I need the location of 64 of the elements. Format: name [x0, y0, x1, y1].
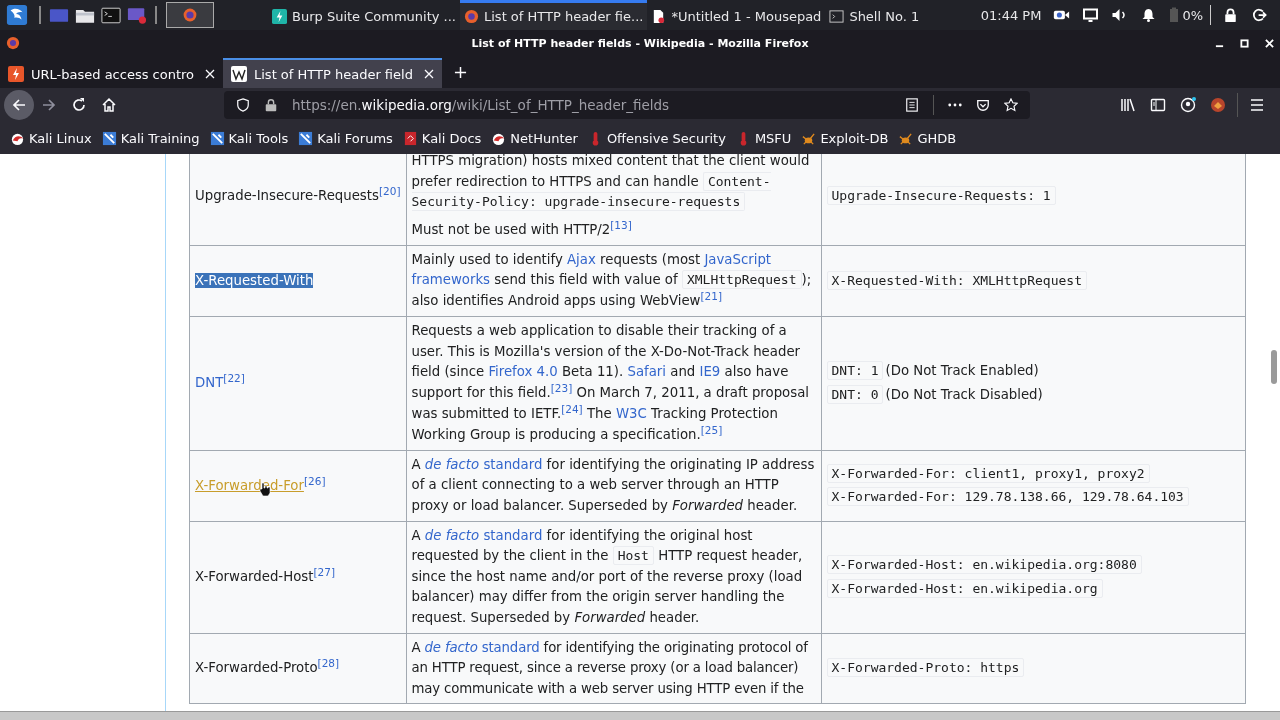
taskbar-window-button[interactable]: *Untitled 1 - Mousepad [647, 0, 826, 30]
reference-link[interactable]: [25] [700, 423, 723, 436]
example-code: DNT: 0 [826, 384, 884, 404]
reference-link[interactable]: [20] [378, 184, 401, 197]
reference-link[interactable]: [24] [561, 402, 583, 415]
bookmark-item[interactable]: NetHunter [491, 130, 578, 146]
link[interactable]: Safari [627, 364, 667, 380]
description-text: A de facto standard for identifying the original host requested by the client in the Host HTTP request header, since the host name and/or port of the reverse proxy (load balancer) may differ from the origin server handling the request. Superseded by Forwarded header. [411, 526, 804, 627]
example-code: Upgrade-Insecure-Requests: 1 [826, 185, 1056, 205]
link[interactable]: IE9 [699, 364, 721, 380]
bookmark-item[interactable]: Kali Training [101, 130, 200, 146]
link[interactable]: Firefox 4.0 [488, 364, 558, 380]
browser-tab[interactable]: URL-based access contro [0, 58, 223, 88]
example-note: (Do Not Track Disabled) [885, 386, 1043, 402]
description-text: Must not be used with HTTP/2$^{[13]}$ [411, 219, 633, 240]
window-title: List of HTTP header fields - Wikipedia - Mozilla Firefox [471, 36, 809, 50]
example-code: X-Forwarded-Proto: https [826, 658, 1025, 678]
address-bar[interactable]: https://en.wikipedia.org/wiki/List_of_HTTP_header_fields [224, 91, 1030, 119]
taskbar-window-button[interactable]: List of HTTP header fie... [460, 0, 648, 30]
bookmark-item[interactable]: GHDB [898, 130, 957, 146]
bookmark-item[interactable]: Kali Forums [298, 130, 393, 146]
bookmark-item[interactable]: Exploit-DB [801, 130, 889, 146]
bookmark-item[interactable]: Kali Tools [209, 130, 289, 146]
description-text: Requests a web application to disable their tracking of a user. This is Mozilla's version of the X-Do-Not-Track header field (since Firefox 4.0 Beta 11). Safari and IE9 also have support for this field.$^{[23]}$ On March 7, 2011, a draft proposal was submitted to IETF.$^{[24]}$ The W3C Tracking Protection Working Group is producing a specification.$^{[25]}$ [411, 322, 810, 445]
reference-link[interactable]: [27] [313, 565, 335, 578]
clock-text[interactable]: 01:44 PM [980, 7, 1042, 23]
reference-link[interactable]: [21] [700, 290, 723, 302]
reference-link[interactable]: [22] [223, 371, 245, 384]
link[interactable]: de facto standard [424, 456, 543, 472]
battery-percentage: 0% [1182, 7, 1203, 23]
selected-header-name: X-Requested-With [195, 272, 314, 288]
example-code: DNT: 1 [826, 361, 884, 381]
link[interactable]: de facto standard [424, 527, 543, 543]
link[interactable]: frameworks [411, 272, 491, 288]
reference-link[interactable]: [13] [610, 218, 632, 231]
example-code: X-Forwarded-Host: en.wikipedia.org [826, 578, 1103, 598]
taskbar-window-button[interactable]: Burp Suite Community ... [268, 0, 460, 30]
link[interactable]: W3C [615, 406, 647, 422]
reference-link[interactable]: [23] [550, 381, 573, 394]
example-note: (Do Not Track Enabled) [885, 363, 1039, 379]
description-text: HTTPS migration) hosts mixed content that the client would prefer redirection to HTTPS and can handle Content-Security-Policy: upgrade-insecure-requests [411, 154, 811, 213]
url-text: https://en.wikipedia.org/wiki/List_of_HTTP_header_fields [292, 97, 670, 113]
reference-link[interactable]: [28] [317, 656, 340, 669]
bookmark-item[interactable]: MSFU [735, 130, 792, 146]
taskbar-window-button[interactable]: Shell No. 1 [825, 0, 924, 30]
bookmark-item[interactable]: Offensive Security [587, 130, 726, 146]
description-text: Mainly used to identify Ajax requests (most JavaScript frameworks send this field with value of XMLHttpRequest ); also identifies Android apps using WebView$^{[21]}$ [411, 250, 813, 311]
description-text: A de facto standard for identifying the originating IP address of a client connecting to a web server through an HTTP proxy or load balancer. Superseded by Forwarded header. [411, 455, 816, 515]
description-text: A de facto standard for identifying the originating protocol of an HTTP request, since a reverse proxy (or a load balancer) may communicate with a web server using HTTP even if the [411, 638, 810, 698]
header-name: Upgrade-Insecure-Requests [195, 187, 379, 203]
link[interactable]: de facto standard [424, 639, 540, 655]
header-link[interactable]: DNT [195, 375, 224, 391]
reference-link[interactable]: [26] [303, 474, 326, 487]
header-name: X-Forwarded-Proto [195, 660, 318, 676]
link[interactable]: JavaScript [704, 251, 772, 267]
example-code: X-Forwarded-For: client1, proxy1, proxy2 [826, 463, 1150, 483]
bookmark-item[interactable]: Kali Docs [402, 130, 482, 146]
example-code: X-Forwarded-Host: en.wikipedia.org:8080 [826, 555, 1142, 574]
link[interactable]: Ajax [567, 251, 596, 267]
browser-tab[interactable]: List of HTTP header field [223, 58, 442, 88]
header-name: X-Forwarded-Host [195, 569, 314, 584]
example-code: X-Forwarded-For: 129.78.138.66, 129.78.64.103 [826, 487, 1189, 507]
bookmark-item[interactable]: Kali Linux [10, 130, 92, 146]
example-code: X-Requested-With: XMLHttpRequest [826, 270, 1087, 290]
